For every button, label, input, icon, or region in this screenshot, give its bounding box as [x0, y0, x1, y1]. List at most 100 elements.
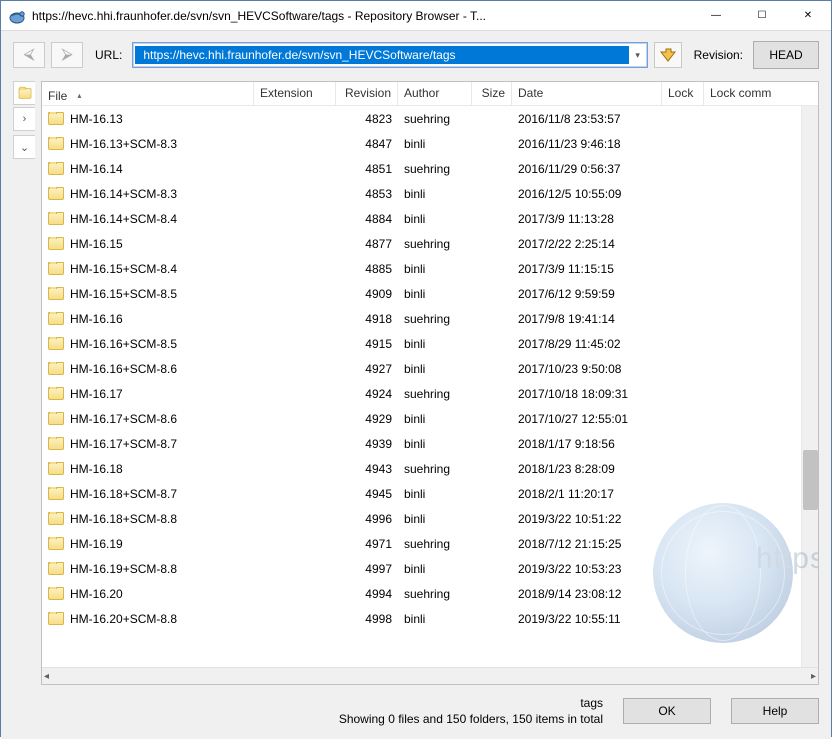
sort-indicator-icon: ▴: [77, 91, 81, 100]
close-button[interactable]: ✕: [785, 1, 831, 30]
help-button[interactable]: Help: [731, 698, 819, 724]
cell-author: binli: [398, 212, 472, 226]
table-row[interactable]: HM-16.16+SCM-8.54915binli2017/8/29 11:45…: [42, 331, 818, 356]
vertical-scrollbar[interactable]: [801, 106, 818, 667]
revision-label: Revision:: [694, 48, 743, 62]
ok-button[interactable]: OK: [623, 698, 711, 724]
file-name: HM-16.13: [70, 112, 123, 126]
table-row[interactable]: HM-16.15+SCM-8.54909binli2017/6/12 9:59:…: [42, 281, 818, 306]
file-name: HM-16.15+SCM-8.5: [70, 287, 177, 301]
folder-icon: [48, 562, 64, 575]
cell-date: 2019/3/22 10:53:23: [512, 562, 662, 576]
cell-author: suehring: [398, 587, 472, 601]
table-row[interactable]: HM-16.14+SCM-8.34853binli2016/12/5 10:55…: [42, 181, 818, 206]
file-name: HM-16.15+SCM-8.4: [70, 262, 177, 276]
minimize-button[interactable]: —: [693, 1, 739, 30]
table-row[interactable]: HM-16.204994suehring2018/9/14 23:08:12: [42, 581, 818, 606]
chevron-down-icon[interactable]: ▾: [629, 50, 647, 61]
table-row[interactable]: HM-16.13+SCM-8.34847binli2016/11/23 9:46…: [42, 131, 818, 156]
cell-revision: 4998: [336, 612, 398, 626]
table-row[interactable]: HM-16.164918suehring2017/9/8 19:41:14: [42, 306, 818, 331]
scrollbar-thumb[interactable]: [803, 450, 818, 510]
cell-revision: 4847: [336, 137, 398, 151]
cell-revision: 4851: [336, 162, 398, 176]
folder-icon: [48, 512, 64, 525]
horizontal-scrollbar[interactable]: ◂ ▸: [42, 667, 818, 684]
cell-date: 2017/6/12 9:59:59: [512, 287, 662, 301]
column-header-date[interactable]: Date: [512, 82, 662, 105]
scroll-left-icon[interactable]: ◂: [44, 671, 49, 682]
column-header-revision[interactable]: Revision: [336, 82, 398, 105]
folder-icon: [48, 437, 64, 450]
url-text[interactable]: https://hevc.hhi.fraunhofer.de/svn/svn_H…: [135, 46, 628, 64]
list-header: File▴ Extension Revision Author Size Dat…: [42, 82, 818, 106]
table-row[interactable]: HM-16.19+SCM-8.84997binli2019/3/22 10:53…: [42, 556, 818, 581]
file-name: HM-16.13+SCM-8.3: [70, 137, 177, 151]
cell-revision: 4924: [336, 387, 398, 401]
cell-author: binli: [398, 262, 472, 276]
table-row[interactable]: HM-16.20+SCM-8.84998binli2019/3/22 10:55…: [42, 606, 818, 631]
cell-date: 2017/9/8 19:41:14: [512, 312, 662, 326]
body-area: › ⌄ File▴ Extension Revision Author Size…: [1, 77, 831, 687]
table-row[interactable]: HM-16.154877suehring2017/2/22 2:25:14: [42, 231, 818, 256]
table-row[interactable]: HM-16.18+SCM-8.74945binli2018/2/1 11:20:…: [42, 481, 818, 506]
table-row[interactable]: HM-16.194971suehring2018/7/12 21:15:25: [42, 531, 818, 556]
table-row[interactable]: HM-16.18+SCM-8.84996binli2019/3/22 10:51…: [42, 506, 818, 531]
column-header-author[interactable]: Author: [398, 82, 472, 105]
table-row[interactable]: HM-16.174924suehring2017/10/18 18:09:31: [42, 381, 818, 406]
forward-button[interactable]: ⮚: [51, 42, 83, 68]
cell-revision: 4918: [336, 312, 398, 326]
sidebar-expand-down[interactable]: ⌄: [13, 135, 35, 159]
url-combobox[interactable]: https://hevc.hhi.fraunhofer.de/svn/svn_H…: [132, 42, 647, 68]
back-button[interactable]: ⮘: [13, 42, 45, 68]
cell-date: 2017/10/18 18:09:31: [512, 387, 662, 401]
cell-date: 2017/3/9 11:13:28: [512, 212, 662, 226]
revision-head-button[interactable]: HEAD: [753, 41, 819, 69]
column-header-size[interactable]: Size: [472, 82, 512, 105]
folder-icon: [48, 362, 64, 375]
app-icon: [8, 7, 26, 25]
cell-author: binli: [398, 437, 472, 451]
cell-revision: 4823: [336, 112, 398, 126]
table-row[interactable]: HM-16.17+SCM-8.74939binli2018/1/17 9:18:…: [42, 431, 818, 456]
file-name: HM-16.16: [70, 312, 123, 326]
cell-author: binli: [398, 137, 472, 151]
sidebar-expand-right[interactable]: ›: [13, 107, 35, 131]
folder-icon: [48, 137, 64, 150]
column-header-lock-comment[interactable]: Lock comm: [704, 82, 794, 105]
column-header-lock[interactable]: Lock: [662, 82, 704, 105]
folder-icon: [48, 112, 64, 125]
file-list-panel: File▴ Extension Revision Author Size Dat…: [41, 81, 819, 685]
column-header-extension[interactable]: Extension: [254, 82, 336, 105]
table-row[interactable]: HM-16.144851suehring2016/11/29 0:56:37: [42, 156, 818, 181]
folder-icon: [48, 537, 64, 550]
table-row[interactable]: HM-16.16+SCM-8.64927binli2017/10/23 9:50…: [42, 356, 818, 381]
maximize-button[interactable]: ☐: [739, 1, 785, 30]
table-row[interactable]: HM-16.14+SCM-8.44884binli2017/3/9 11:13:…: [42, 206, 818, 231]
cell-author: suehring: [398, 387, 472, 401]
cell-date: 2016/11/29 0:56:37: [512, 162, 662, 176]
table-row[interactable]: HM-16.184943suehring2018/1/23 8:28:09: [42, 456, 818, 481]
column-header-file[interactable]: File▴: [42, 82, 254, 105]
file-name: HM-16.19: [70, 537, 123, 551]
file-name: HM-16.16+SCM-8.5: [70, 337, 177, 351]
table-row[interactable]: HM-16.134823suehring2016/11/8 23:53:57: [42, 106, 818, 131]
scroll-right-icon[interactable]: ▸: [811, 671, 816, 682]
file-name: HM-16.17+SCM-8.7: [70, 437, 177, 451]
folder-icon: [48, 212, 64, 225]
cell-date: 2018/2/1 11:20:17: [512, 487, 662, 501]
cell-author: suehring: [398, 162, 472, 176]
cell-author: binli: [398, 512, 472, 526]
go-button[interactable]: [654, 42, 682, 68]
cell-author: suehring: [398, 462, 472, 476]
list-body[interactable]: HM-16.134823suehring2016/11/8 23:53:57HM…: [42, 106, 818, 667]
table-row[interactable]: HM-16.15+SCM-8.44885binli2017/3/9 11:15:…: [42, 256, 818, 281]
cell-date: 2017/3/9 11:15:15: [512, 262, 662, 276]
cell-date: 2018/7/12 21:15:25: [512, 537, 662, 551]
table-row[interactable]: HM-16.17+SCM-8.64929binli2017/10/27 12:5…: [42, 406, 818, 431]
footer-path: tags: [13, 695, 603, 711]
cell-date: 2019/3/22 10:51:22: [512, 512, 662, 526]
cell-date: 2018/1/23 8:28:09: [512, 462, 662, 476]
cell-date: 2019/3/22 10:55:11: [512, 612, 662, 626]
sidebar-tab-bookmarks[interactable]: [13, 81, 35, 105]
